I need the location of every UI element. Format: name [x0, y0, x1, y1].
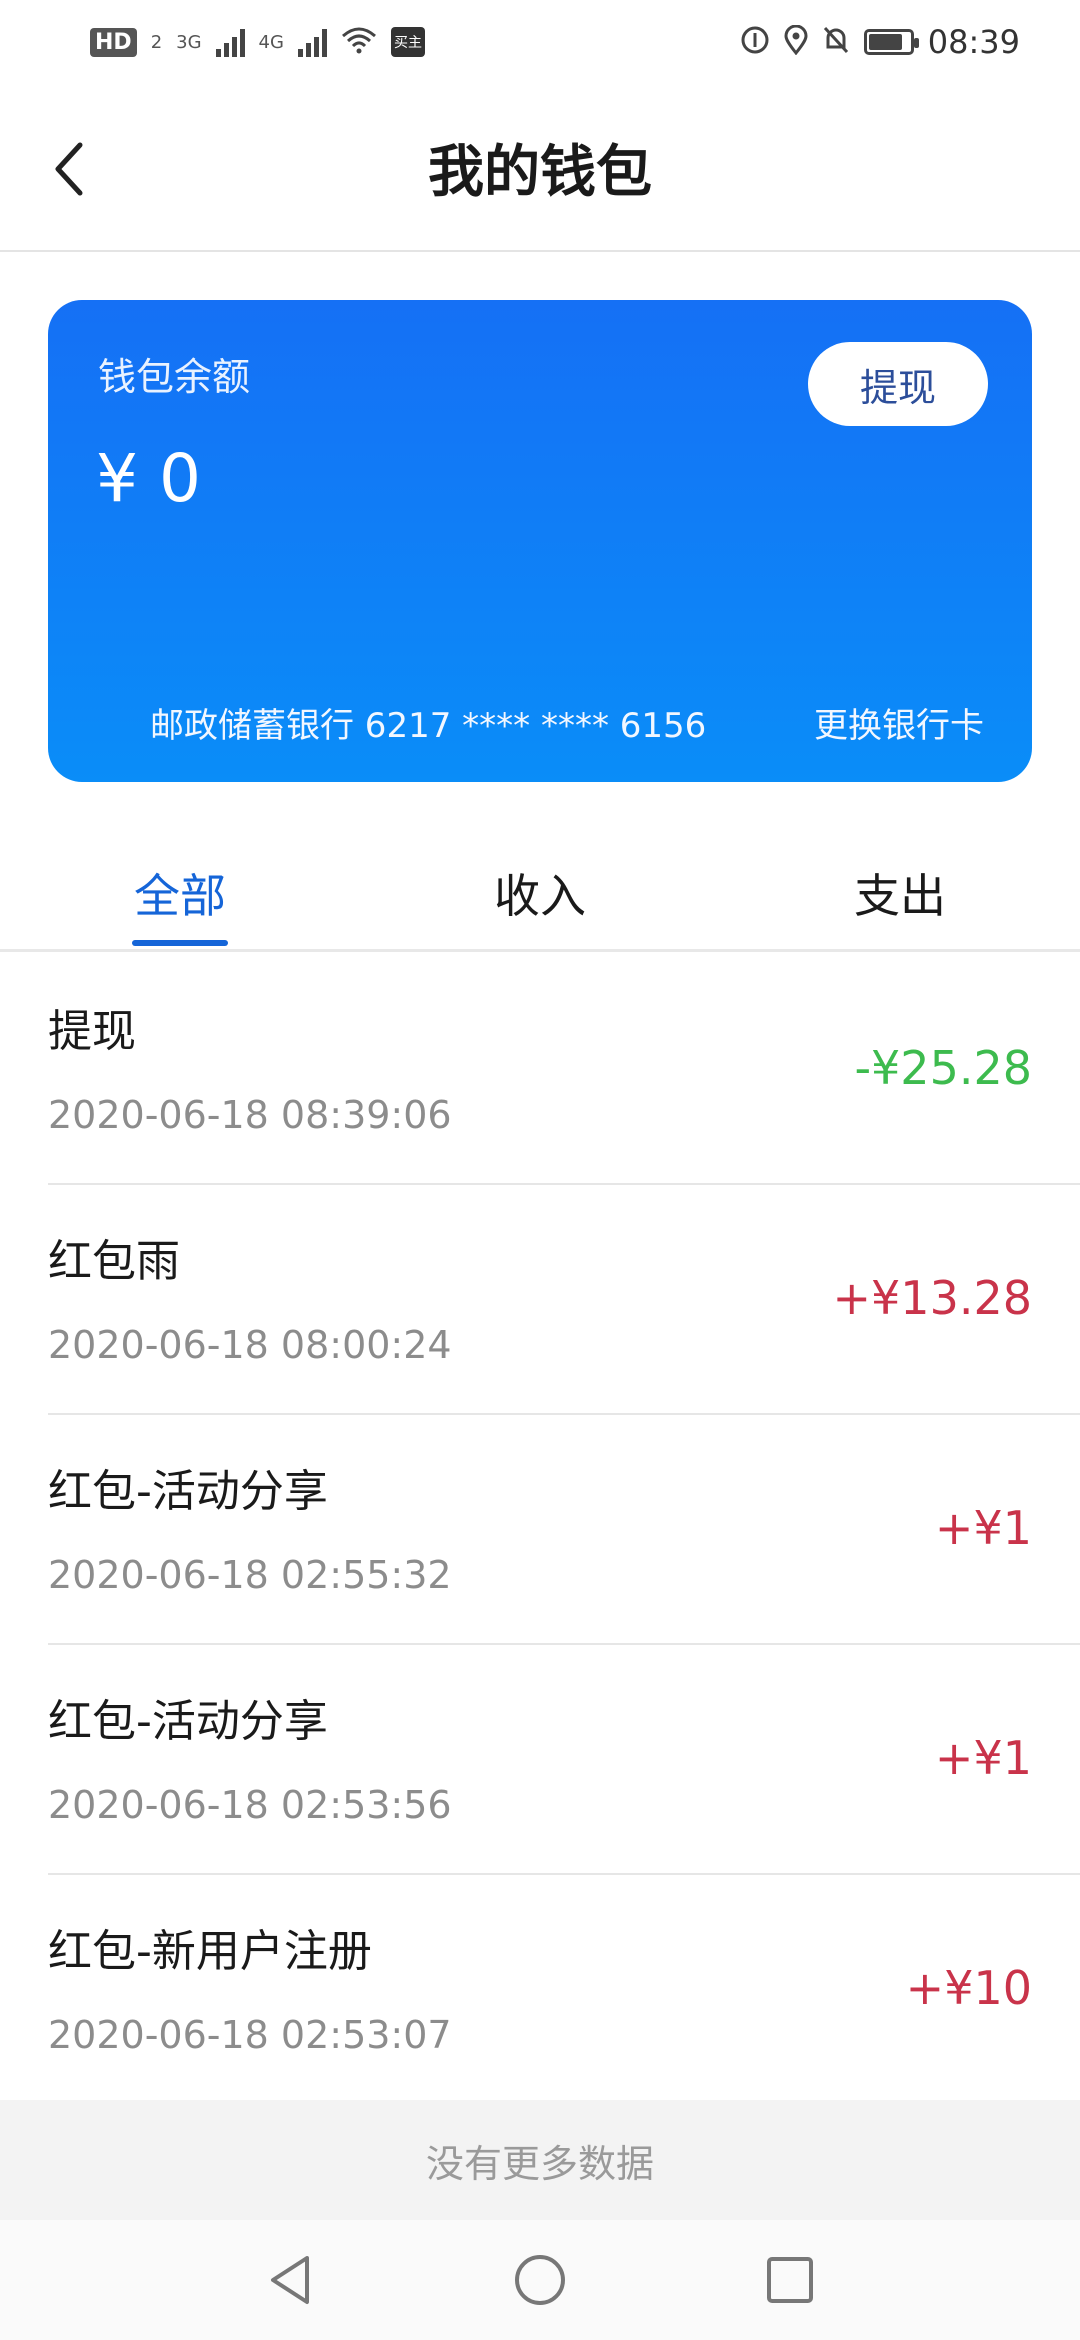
app-notification-icon: 买主: [390, 27, 425, 57]
hd-sub: 2: [150, 31, 163, 53]
no-more-data-label: 没有更多数据: [0, 2100, 1080, 2220]
tab-all[interactable]: 全部: [90, 860, 270, 926]
status-time: 08:39: [927, 23, 1020, 61]
transaction-title: 红包雨: [48, 1236, 180, 1287]
transaction-amount: +¥1: [934, 1731, 1032, 1785]
system-nav-bar: [0, 2220, 1080, 2340]
tab-income[interactable]: 收入: [450, 860, 630, 926]
square-recent-icon: [767, 2257, 813, 2303]
active-tab-indicator: [132, 940, 228, 946]
wallet-balance-card: 钱包余额 ¥ 0 提现 邮政储蓄银行 6217 **** **** 6156 更…: [48, 300, 1032, 782]
transaction-amount: +¥10: [905, 1961, 1032, 2015]
transaction-title: 红包-活动分享: [48, 1696, 328, 1747]
transaction-list: 提现 2020-06-18 08:39:06 -¥25.28 红包雨 2020-…: [0, 955, 1080, 2105]
nav-home-button[interactable]: [510, 2250, 570, 2310]
transaction-row[interactable]: 红包-新用户注册 2020-06-18 02:53:07 +¥10: [48, 1875, 1080, 2105]
transaction-time: 2020-06-18 02:53:07: [48, 2013, 452, 2057]
location-icon: [784, 24, 808, 60]
status-right: 08:39: [740, 23, 1020, 61]
circle-home-icon: [515, 2255, 565, 2305]
transaction-time: 2020-06-18 02:53:56: [48, 1783, 452, 1827]
transaction-amount: +¥1: [934, 1501, 1032, 1555]
withdraw-button[interactable]: 提现: [808, 342, 988, 426]
transaction-amount: -¥25.28: [854, 1041, 1032, 1095]
data-saver-icon: [740, 25, 770, 60]
back-button[interactable]: [40, 134, 100, 204]
transaction-row[interactable]: 红包-活动分享 2020-06-18 02:55:32 +¥1: [48, 1415, 1080, 1645]
balance-amount: ¥ 0: [96, 440, 201, 517]
bank-card-info: 邮政储蓄银行 6217 **** **** 6156: [150, 706, 707, 746]
transaction-title: 红包-活动分享: [48, 1466, 328, 1517]
transaction-tabs: 全部 收入 支出: [0, 840, 1080, 952]
transaction-time: 2020-06-18 08:00:24: [48, 1323, 452, 1367]
transaction-amount: +¥13.28: [832, 1271, 1033, 1325]
transaction-row[interactable]: 红包-活动分享 2020-06-18 02:53:56 +¥1: [48, 1645, 1080, 1875]
signal-label-1: 3G: [176, 31, 202, 53]
transaction-title: 提现: [48, 1006, 136, 1057]
transaction-row[interactable]: 提现 2020-06-18 08:39:06 -¥25.28: [48, 955, 1080, 1185]
app-header: 我的钱包: [0, 84, 1080, 252]
hd-badge: HD: [90, 27, 137, 57]
mute-bell-icon: [822, 25, 850, 60]
transaction-time: 2020-06-18 08:39:06: [48, 1093, 452, 1137]
page-title: 我的钱包: [428, 139, 652, 205]
signal-icon-2: [297, 27, 327, 57]
balance-label: 钱包余额: [98, 355, 251, 399]
battery-icon: [863, 29, 919, 55]
chevron-left-icon: [55, 142, 83, 196]
wifi-icon: [341, 26, 377, 59]
status-bar: HD 2 3G 4G 买主 08:39: [0, 0, 1080, 84]
nav-recent-button[interactable]: [760, 2250, 820, 2310]
triangle-back-icon: [271, 2256, 309, 2304]
nav-back-button[interactable]: [260, 2250, 320, 2310]
signal-icon-1: [215, 27, 245, 57]
transaction-time: 2020-06-18 02:55:32: [48, 1553, 452, 1597]
change-bank-card-link[interactable]: 更换银行卡: [814, 698, 984, 747]
tab-expense[interactable]: 支出: [810, 860, 990, 926]
signal-label-2: 4G: [258, 31, 284, 53]
status-left: HD 2 3G 4G 买主: [90, 26, 425, 59]
transaction-title: 红包-新用户注册: [48, 1926, 372, 1977]
transaction-row[interactable]: 红包雨 2020-06-18 08:00:24 +¥13.28: [48, 1185, 1080, 1415]
